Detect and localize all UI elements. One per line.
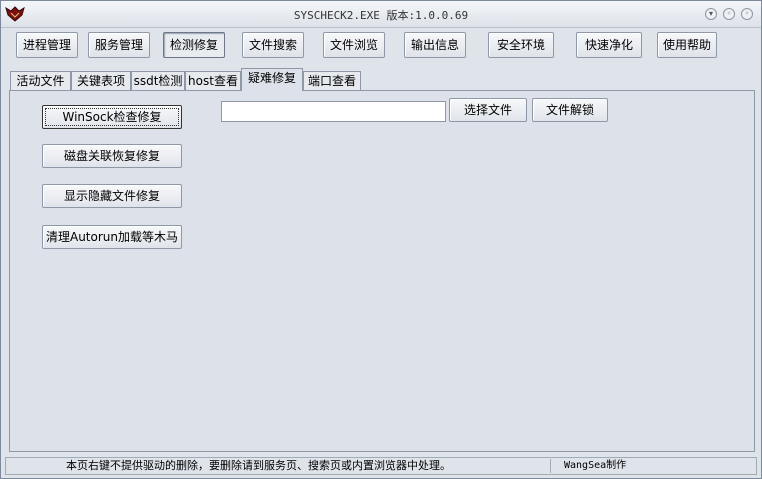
tab-ssdt-check[interactable]: ssdt检测	[131, 71, 185, 90]
toolbar-button-process[interactable]: 进程管理	[16, 32, 78, 58]
tab-port-view[interactable]: 端口查看	[303, 71, 361, 90]
toolbar-button-file-browse[interactable]: 文件浏览	[323, 32, 385, 58]
tab-host-view[interactable]: host查看	[185, 71, 241, 90]
toolbar-button-output-info[interactable]: 输出信息	[404, 32, 466, 58]
maximize-icon[interactable]: ◦	[723, 8, 735, 20]
main-window: SYSCHECK2.EXE 版本:1.0.0.69 ▾ ◦ ◦ 进程管理 服务管…	[0, 0, 762, 479]
file-path-input[interactable]	[221, 101, 446, 122]
unlock-file-button[interactable]: 文件解锁	[532, 98, 608, 122]
tab-key-entries[interactable]: 关键表项	[71, 71, 131, 90]
disk-association-repair-button[interactable]: 磁盘关联恢复修复	[42, 144, 182, 168]
close-icon[interactable]: ◦	[741, 8, 753, 20]
toolbar-button-service[interactable]: 服务管理	[88, 32, 150, 58]
clean-autorun-trojan-button[interactable]: 清理Autorun加载等木马	[42, 225, 182, 249]
window-title: SYSCHECK2.EXE 版本:1.0.0.69	[293, 9, 469, 22]
status-message: 本页右键不提供驱动的删除，要删除请到服务页、搜索页或内置浏览器中处理。	[66, 459, 451, 472]
show-hidden-files-repair-button[interactable]: 显示隐藏文件修复	[42, 184, 182, 208]
toolbar-button-help[interactable]: 使用帮助	[657, 32, 717, 58]
title-bar[interactable]: SYSCHECK2.EXE 版本:1.0.0.69 ▾ ◦ ◦	[1, 1, 761, 28]
toolbar-button-file-search[interactable]: 文件搜索	[242, 32, 304, 58]
toolbar-button-quick-clean[interactable]: 快速净化	[576, 32, 642, 58]
status-separator	[550, 459, 551, 473]
status-bar: 本页右键不提供驱动的删除，要删除请到服务页、搜索页或内置浏览器中处理。 Wang…	[5, 457, 757, 475]
select-file-button[interactable]: 选择文件	[449, 98, 527, 122]
winsock-repair-button[interactable]: WinSock检查修复	[42, 105, 182, 129]
toolbar-button-detect-repair[interactable]: 检测修复	[163, 32, 225, 58]
tab-tough-repair[interactable]: 疑难修复	[241, 68, 303, 91]
minimize-icon[interactable]: ▾	[705, 8, 717, 20]
toolbar-button-safe-env[interactable]: 安全环境	[488, 32, 554, 58]
tab-active-files[interactable]: 活动文件	[10, 71, 71, 90]
status-credit: WangSea制作	[564, 460, 627, 471]
